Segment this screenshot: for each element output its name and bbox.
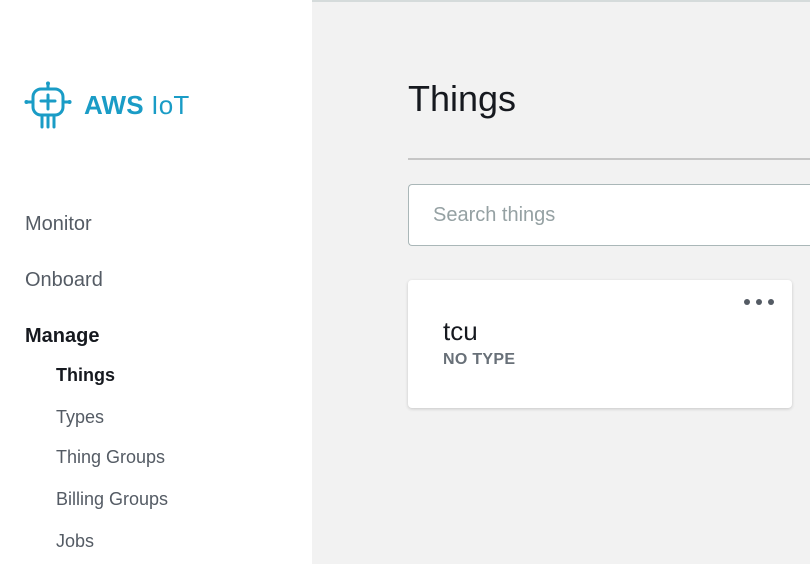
aws-iot-chip-icon: [24, 81, 72, 129]
more-options-icon[interactable]: [744, 294, 774, 310]
menu-dot: [744, 299, 750, 305]
brand-name: AWS IoT: [84, 90, 189, 121]
app-window: AWS IoT Monitor Onboard Manage Things Ty…: [0, 0, 810, 564]
brand-logo[interactable]: AWS IoT: [24, 80, 189, 130]
sidebar-subitem-things[interactable]: Things: [56, 365, 115, 386]
brand-name-rest: IoT: [151, 89, 190, 120]
menu-dot: [756, 299, 762, 305]
sidebar-subitem-thing-groups[interactable]: Thing Groups: [56, 447, 165, 468]
page-title: Things: [408, 78, 517, 119]
sidebar-item-onboard[interactable]: Onboard: [25, 269, 103, 292]
sidebar-subitem-types[interactable]: Types: [56, 407, 104, 428]
thing-name[interactable]: tcu: [443, 316, 478, 347]
top-border: [312, 0, 810, 2]
menu-dot: [768, 299, 774, 305]
sidebar-subitem-billing-groups[interactable]: Billing Groups: [56, 489, 168, 510]
brand-name-bold: AWS: [84, 89, 144, 120]
sidebar-subitem-jobs[interactable]: Jobs: [56, 531, 94, 552]
search-input[interactable]: [408, 184, 810, 246]
main-content: Things tcu NO TYPE: [312, 0, 810, 564]
title-divider: [408, 158, 810, 160]
thing-type: NO TYPE: [443, 351, 516, 368]
thing-card[interactable]: tcu NO TYPE: [408, 280, 792, 408]
sidebar-item-manage[interactable]: Manage: [25, 325, 99, 348]
sidebar: AWS IoT Monitor Onboard Manage Things Ty…: [0, 0, 312, 564]
sidebar-item-monitor[interactable]: Monitor: [25, 213, 92, 236]
